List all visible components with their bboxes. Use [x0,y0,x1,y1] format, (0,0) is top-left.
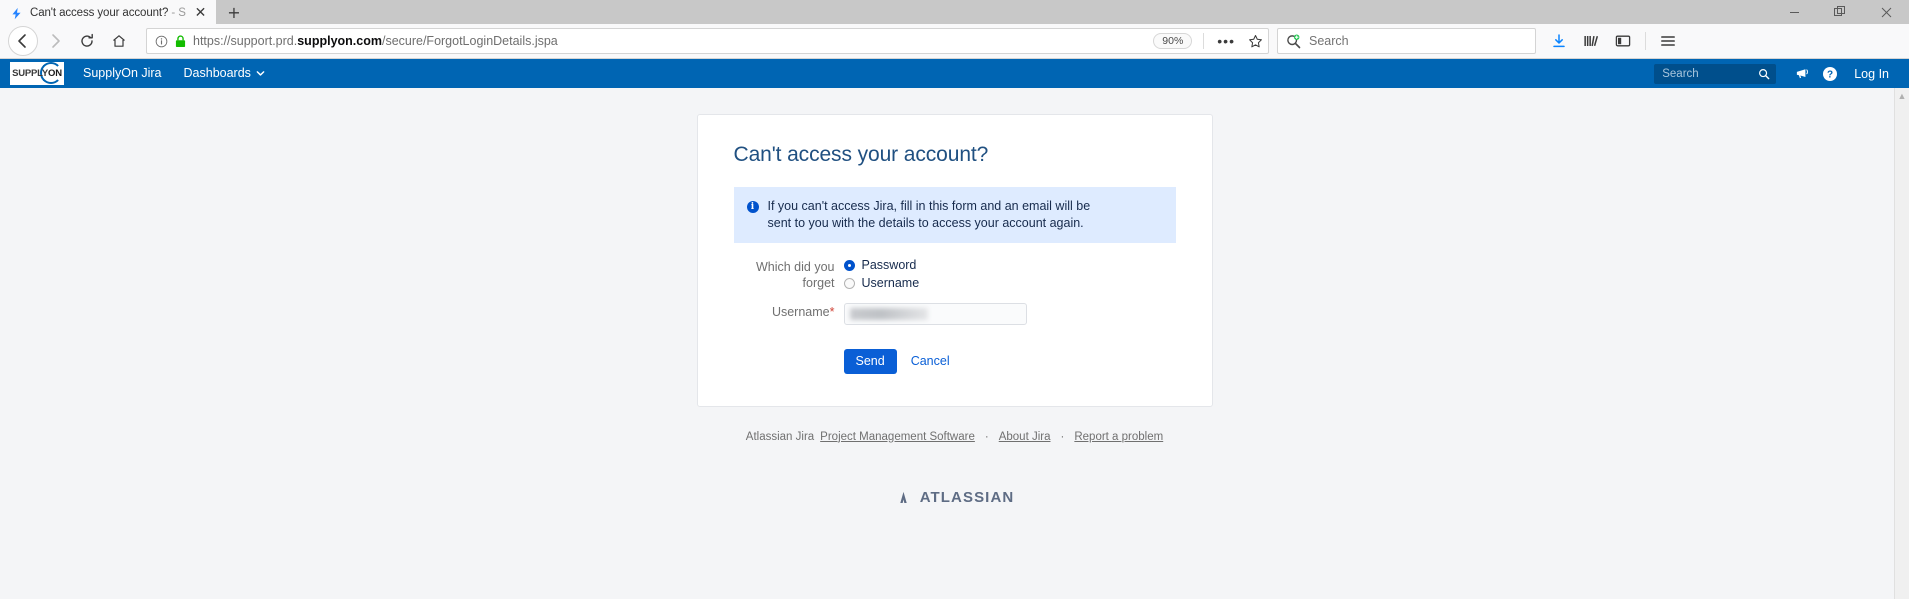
jira-navbar: SUPPLYON SupplyOn Jira Dashboards Search… [0,59,1909,88]
reload-button[interactable] [72,26,102,56]
username-label: Username* [771,304,835,319]
username-field-row: Username* [734,302,1176,325]
title-bar: Can't access your account? - Su ✕ + [0,0,1909,24]
tab-title: Can't access your account? - Su [30,7,186,19]
scroll-up-arrow-icon[interactable]: ▲ [1898,91,1907,101]
url-text: https://support.prd.supplyon.com/secure/… [193,34,558,48]
browser-toolbar: https://support.prd.supplyon.com/secure/… [0,24,1909,59]
info-banner: i If you can't access Jira, fill in this… [733,187,1176,243]
supplyon-logo[interactable]: SUPPLYON [10,62,64,85]
page-info-icon[interactable] [155,35,168,48]
form-actions-row: Send Cancel [734,336,1176,374]
close-icon[interactable] [1863,0,1909,24]
nav-item-supplyon-jira[interactable]: SupplyOn Jira [72,59,173,88]
browser-window: Can't access your account? - Su ✕ + [0,0,1909,599]
sidebar-icon[interactable] [1608,26,1638,56]
radio-option-password[interactable]: Password [843,258,920,272]
page-scrollbar[interactable]: ▲ [1894,88,1909,599]
log-in-link[interactable]: Log In [1844,67,1897,81]
atlassian-logo-icon [899,491,907,504]
radio-password-icon[interactable] [843,259,855,271]
browser-search-bar[interactable]: Search [1277,28,1536,54]
browser-tab[interactable]: Can't access your account? - Su ✕ [0,0,216,24]
actions-spacer [734,336,844,337]
forgot-login-card: Can't access your account? i If you can'… [696,114,1213,407]
url-bar[interactable]: https://support.prd.supplyon.com/secure/… [146,28,1269,54]
info-banner-text: If you can't access Jira, fill in this f… [767,199,1091,230]
library-icon[interactable] [1576,26,1606,56]
browser-search-input[interactable]: Search [1309,34,1349,48]
footer-link-report-problem[interactable]: Report a problem [1074,431,1163,443]
jira-nav-right: Search ? Log In [1654,59,1897,88]
page-actions-icon[interactable]: ••• [1211,33,1241,49]
atlassian-wordmark: ATLASSIAN [919,488,1015,506]
redacted-value [849,307,928,320]
footer-separator: · [1060,430,1065,443]
page-title: Can't access your account? [733,143,989,166]
radio-option-label: Username [861,276,920,290]
send-button[interactable]: Send [843,348,897,374]
footer-links: Atlassian Jira Project Management Softwa… [746,431,1163,443]
footer-separator: · [984,430,989,443]
forget-choice-label: Which did you forget [755,260,835,291]
downloads-icon[interactable] [1544,26,1574,56]
search-icon[interactable] [1758,68,1770,80]
toolbar-right [1544,26,1683,56]
jira-search-input[interactable]: Search [1662,68,1698,80]
divider [1645,32,1646,50]
footer-link-project-management[interactable]: Project Management Software [820,431,975,443]
form-actions: Send Cancel [843,348,950,374]
hamburger-menu-icon[interactable] [1653,26,1683,56]
zoom-level-badge[interactable]: 90% [1153,33,1193,49]
restore-icon[interactable] [1817,0,1863,24]
forget-choice-options: Password Username [843,258,920,292]
nav-item-dashboards[interactable]: Dashboards [173,59,276,88]
svg-text:?: ? [1827,69,1833,80]
back-button[interactable] [8,26,38,56]
window-controls [1771,0,1909,24]
footer-prefix: Atlassian Jira [745,430,815,443]
help-icon[interactable]: ? [1816,59,1844,88]
username-input[interactable] [843,302,1027,325]
divider [1203,33,1205,49]
home-button[interactable] [104,26,134,56]
megaphone-icon[interactable] [1788,59,1816,88]
new-tab-button[interactable]: + [216,0,252,24]
atlassian-branding: ATLASSIAN [895,489,1015,506]
nav-item-label: SupplyOn Jira [83,66,162,80]
search-icon [1287,33,1301,48]
page-content: Can't access your account? i If you can'… [0,88,1909,599]
bookmark-star-icon[interactable] [1248,34,1263,49]
forward-button[interactable] [40,26,70,56]
footer-link-about-jira[interactable]: About Jira [999,431,1051,443]
forget-choice-row: Which did you forget Password Username [734,258,1176,292]
jira-search-box[interactable]: Search [1654,63,1777,84]
chevron-down-icon [256,71,265,76]
radio-option-label: Password [861,258,917,272]
jira-nav-links: SupplyOn Jira Dashboards [72,59,276,88]
jira-bolt-icon [12,7,21,19]
minimize-icon[interactable] [1771,0,1817,24]
cancel-link[interactable]: Cancel [911,354,950,368]
lock-icon[interactable] [175,34,186,48]
info-icon: i [746,201,759,213]
radio-option-username[interactable]: Username [843,276,920,290]
radio-username-icon[interactable] [843,277,855,289]
supplyon-logo-text: SUPPLYON [12,68,62,79]
tab-close-icon[interactable]: ✕ [193,6,208,21]
nav-item-label: Dashboards [183,66,251,80]
